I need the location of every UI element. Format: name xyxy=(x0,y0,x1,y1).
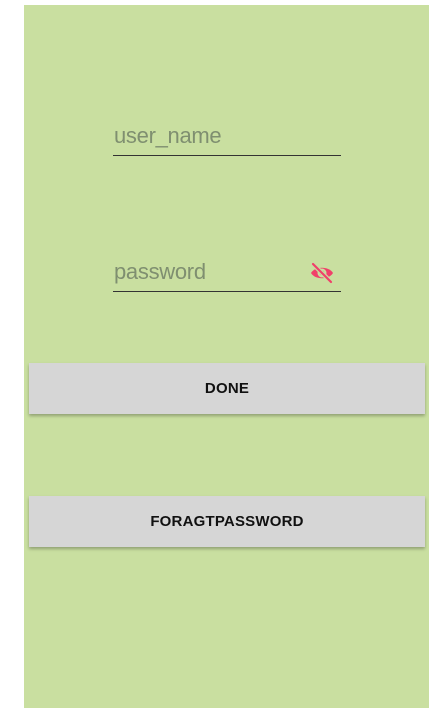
username-field[interactable]: user_name xyxy=(113,119,341,156)
username-placeholder: user_name xyxy=(114,123,222,148)
eye-slash-icon[interactable] xyxy=(309,260,335,286)
login-screen: user_name password DONE FORAGTPASSWORD xyxy=(24,5,429,708)
forgot-password-button[interactable]: FORAGTPASSWORD xyxy=(29,496,425,547)
done-button[interactable]: DONE xyxy=(29,363,425,414)
password-field[interactable]: password xyxy=(113,255,341,292)
password-placeholder: password xyxy=(114,259,206,284)
